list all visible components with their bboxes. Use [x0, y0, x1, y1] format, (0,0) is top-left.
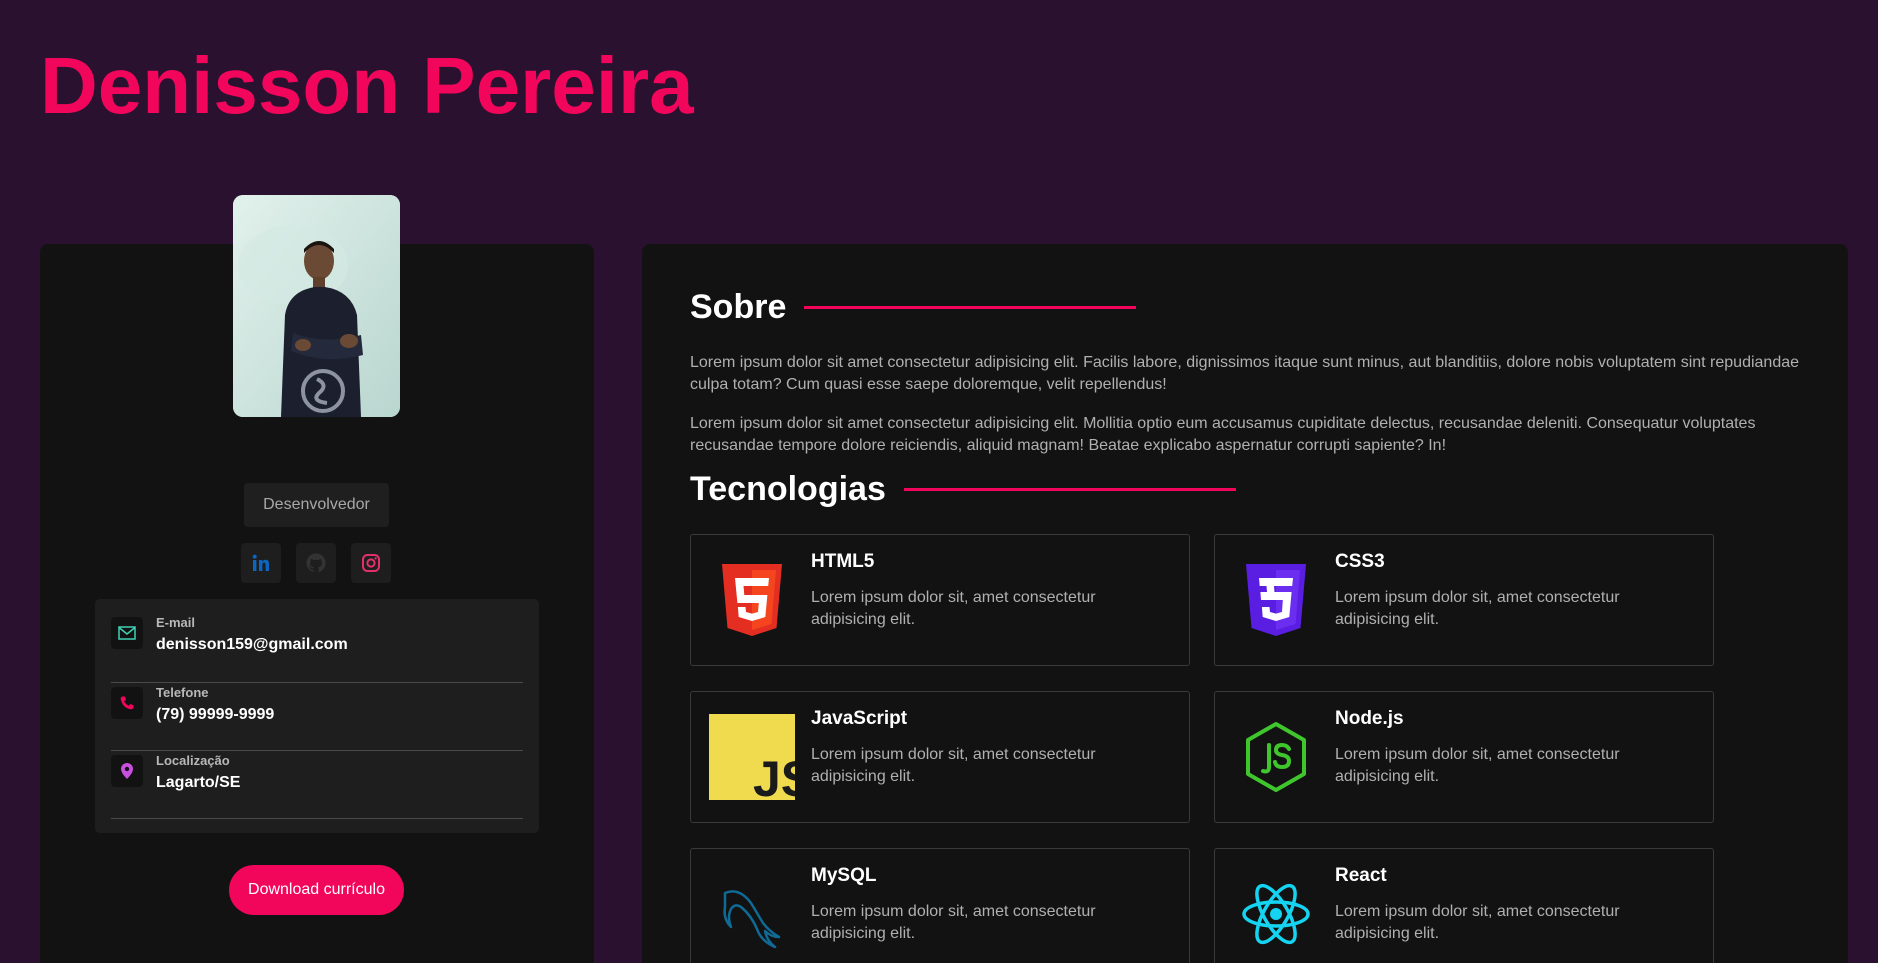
- tech-name: MySQL: [811, 865, 877, 886]
- page-title: Denisson Pereira: [40, 41, 694, 130]
- instagram-icon: [362, 554, 380, 572]
- contact-list: E-mail denisson159@gmail.com Telefone (7…: [95, 599, 539, 833]
- tech-description: Lorem ipsum dolor sit, amet consectetur …: [811, 746, 1096, 785]
- contact-item-location: Localização Lagarto/SE: [111, 751, 523, 819]
- role-badge: Desenvolvedor: [244, 483, 389, 527]
- tech-name: CSS3: [1335, 551, 1385, 572]
- tech-card-html5: HTML5 Lorem ipsum dolor sit, amet consec…: [690, 534, 1190, 666]
- tech-name: React: [1335, 865, 1387, 886]
- heading-divider: [903, 488, 1236, 491]
- contact-label: Telefone: [156, 685, 209, 700]
- tech-name: HTML5: [811, 551, 875, 572]
- contact-label: E-mail: [156, 615, 196, 630]
- tech-description: Lorem ipsum dolor sit, amet consectetur …: [1335, 903, 1620, 942]
- about-paragraph-2: Lorem ipsum dolor sit amet consectetur a…: [690, 415, 1756, 454]
- instagram-link[interactable]: [351, 543, 391, 583]
- tech-card-nodejs: Node.js Lorem ipsum dolor sit, amet cons…: [1214, 691, 1714, 823]
- tech-description: Lorem ipsum dolor sit, amet consectetur …: [1335, 589, 1620, 628]
- mysql-icon: [723, 890, 781, 949]
- main-card: Sobre Lorem ipsum dolor sit amet consect…: [642, 244, 1848, 963]
- social-links: [241, 543, 391, 583]
- about-paragraph-1: Lorem ipsum dolor sit amet consectetur a…: [690, 354, 1800, 393]
- location-value: Lagarto/SE: [156, 774, 241, 791]
- tech-name: JavaScript: [811, 708, 908, 729]
- contact-label: Localização: [156, 753, 230, 768]
- css3-icon: [1246, 564, 1306, 636]
- tech-description: Lorem ipsum dolor sit, amet consectetur …: [811, 589, 1096, 628]
- react-icon: [1242, 883, 1310, 945]
- tech-description: Lorem ipsum dolor sit, amet consectetur …: [1335, 746, 1620, 785]
- avatar: [233, 195, 400, 417]
- phone-icon: [120, 696, 134, 710]
- tech-card-mysql: MySQL Lorem ipsum dolor sit, amet consec…: [690, 848, 1190, 963]
- linkedin-link[interactable]: [241, 543, 281, 583]
- nodejs-icon: [1246, 722, 1306, 792]
- location-pin-icon: [121, 763, 133, 779]
- linkedin-icon: [252, 554, 269, 571]
- download-cv-button[interactable]: Download currículo: [229, 865, 404, 915]
- contact-item-email: E-mail denisson159@gmail.com: [111, 615, 523, 683]
- about-title: Sobre: [690, 288, 787, 326]
- phone-value: (79) 99999-9999: [156, 706, 275, 723]
- tech-card-react: React Lorem ipsum dolor sit, amet consec…: [1214, 848, 1714, 963]
- html5-icon: [722, 564, 782, 636]
- github-icon: [306, 553, 326, 572]
- technologies-title: Tecnologias: [690, 470, 886, 508]
- about-heading: Sobre: [690, 288, 1137, 327]
- tech-name: Node.js: [1335, 708, 1404, 729]
- javascript-icon: JS: [709, 714, 795, 800]
- heading-divider: [804, 306, 1137, 309]
- profile-photo: [233, 195, 400, 417]
- tech-card-css3: CSS3 Lorem ipsum dolor sit, amet consect…: [1214, 534, 1714, 666]
- tech-description: Lorem ipsum dolor sit, amet consectetur …: [811, 903, 1096, 942]
- mail-icon: [118, 626, 136, 640]
- svg-text:JS: JS: [753, 751, 795, 800]
- github-link[interactable]: [296, 543, 336, 583]
- technologies-heading: Tecnologias: [690, 470, 1236, 509]
- contact-item-phone: Telefone (79) 99999-9999: [111, 683, 523, 751]
- tech-card-javascript: JS JavaScript Lorem ipsum dolor sit, ame…: [690, 691, 1190, 823]
- email-value: denisson159@gmail.com: [156, 636, 348, 653]
